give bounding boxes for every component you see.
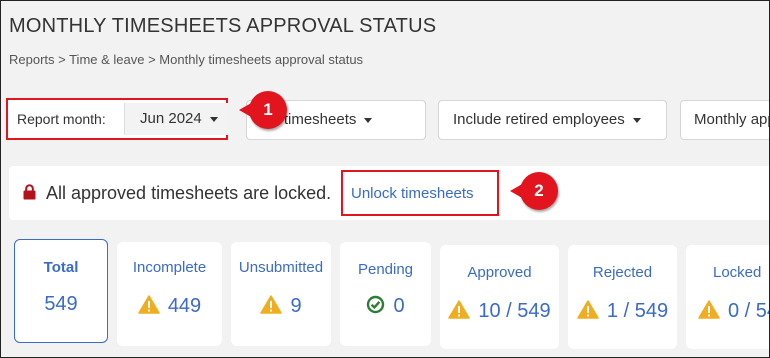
lock-notice: All approved timesheets are locked. Unlo…	[9, 166, 769, 220]
stat-label-approved: Approved	[467, 264, 532, 281]
callout-2-badge: 2	[510, 172, 558, 212]
warning-icon	[138, 295, 160, 314]
chevron-down-icon	[632, 117, 641, 123]
chevron-down-icon	[364, 117, 373, 123]
stat-value-pending: 0	[393, 295, 405, 317]
report-month-value: Jun 2024	[140, 110, 202, 127]
stat-value-unsubmitted: 9	[290, 295, 302, 317]
period-filter-dropdown[interactable]: Monthly approval	[680, 100, 769, 140]
stat-card-total[interactable]: Total 549	[14, 239, 108, 343]
retired-employees-filter-dropdown[interactable]: Include retired employees	[438, 100, 667, 140]
stat-card-rejected[interactable]: Rejected 1 / 549	[568, 245, 677, 349]
chevron-down-icon	[209, 116, 218, 122]
retired-employees-filter-label: Include retired employees	[453, 111, 625, 128]
stat-card-pending[interactable]: Pending 0	[340, 242, 431, 346]
stat-label-incomplete: Incomplete	[132, 259, 207, 276]
stat-label-total: Total	[43, 259, 79, 276]
unlock-highlight: Unlock timesheets	[341, 170, 499, 216]
stat-value-total: 549	[44, 293, 78, 315]
warning-icon	[577, 300, 599, 319]
report-page: MONTHLY TIMESHEETS APPROVAL STATUS Repor…	[0, 0, 770, 358]
breadcrumb: Reports > Time & leave > Monthly timeshe…	[9, 52, 364, 67]
warning-icon	[448, 300, 471, 319]
period-filter-label: Monthly approval	[694, 111, 769, 128]
warning-icon	[260, 295, 283, 314]
unlock-timesheets-link[interactable]: Unlock timesheets	[351, 185, 474, 202]
stat-card-locked[interactable]: Locked 0 / 549	[686, 245, 769, 349]
report-month-label: Report month:	[17, 111, 106, 127]
callout-1-badge: 1	[239, 91, 287, 131]
warning-icon	[698, 300, 720, 319]
stat-value-incomplete: 449	[167, 295, 202, 317]
filter-bar: Report month: Jun 2024 All timesheets In…	[1, 91, 769, 148]
lock-notice-text: All approved timesheets are locked.	[46, 183, 332, 203]
stat-label-rejected: Rejected	[592, 264, 653, 281]
stat-label-unsubmitted: Unsubmitted	[238, 259, 324, 276]
stat-value-locked: 0 / 549	[728, 300, 769, 322]
stat-value-approved: 10 / 549	[478, 300, 551, 322]
stat-card-unsubmitted[interactable]: Unsubmitted 9	[231, 242, 331, 346]
report-month-filter: Report month: Jun 2024	[6, 98, 228, 140]
page-title: MONTHLY TIMESHEETS APPROVAL STATUS	[9, 15, 437, 37]
callout-2-number: 2	[520, 172, 558, 210]
check-circle-icon	[367, 295, 385, 314]
stat-card-approved[interactable]: Approved 10 / 549	[440, 245, 559, 349]
report-month-dropdown[interactable]: Jun 2024	[124, 103, 228, 135]
stat-value-rejected: 1 / 549	[606, 300, 669, 322]
stat-card-incomplete[interactable]: Incomplete 449	[117, 242, 222, 346]
stat-label-pending: Pending	[357, 261, 414, 278]
lock-icon	[23, 184, 36, 200]
stat-label-locked: Locked	[713, 264, 762, 281]
callout-1-number: 1	[249, 91, 287, 129]
